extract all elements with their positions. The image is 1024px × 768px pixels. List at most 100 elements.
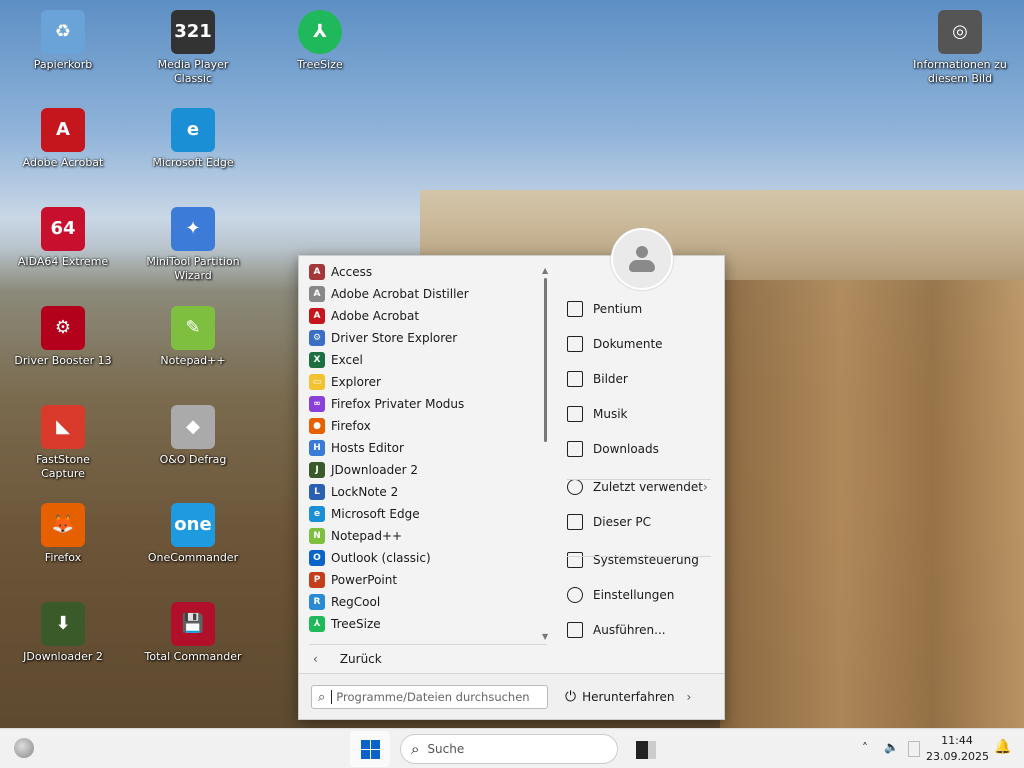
place-ausf-hren-[interactable]: Ausführen... [567, 615, 666, 645]
taskbar-search[interactable]: ⌕ Suche [400, 734, 618, 764]
search-box[interactable]: ⌕ Programme/Dateien durchsuchen [311, 685, 548, 709]
download-icon [567, 441, 583, 457]
list-divider [309, 644, 547, 645]
control-panel-icon [567, 552, 583, 568]
place-bilder[interactable]: Bilder [567, 364, 628, 394]
places-divider [567, 556, 711, 557]
desktop-icon[interactable]: 321 Media Player Classic [143, 10, 243, 86]
app-icon: A [41, 108, 85, 152]
app-list-item[interactable]: ⚙ Driver Store Explorer [309, 327, 457, 349]
app-list-item[interactable]: O Outlook (classic) [309, 547, 431, 569]
back-label: Zurück [339, 652, 382, 666]
desktop-icon-label: Firefox [44, 551, 82, 564]
app-list-item[interactable]: ▭ Explorer [309, 371, 381, 393]
music-icon [567, 406, 583, 422]
desktop-icon[interactable]: 64 AIDA64 Extreme [13, 207, 113, 269]
desktop-icon-label: Microsoft Edge [152, 156, 234, 169]
network-icon[interactable] [908, 741, 920, 757]
app-list-item[interactable]: X Excel [309, 349, 363, 371]
app-list-item[interactable]: ⅄ TreeSize [309, 613, 381, 635]
place-systemsteuerung[interactable]: Systemsteuerung [567, 545, 699, 575]
places-divider [567, 479, 711, 480]
place-label: Dokumente [593, 337, 663, 351]
task-view-icon[interactable] [636, 741, 656, 759]
app-icon: P [309, 572, 325, 588]
app-list-item[interactable]: H Hosts Editor [309, 437, 404, 459]
app-list-item[interactable]: P PowerPoint [309, 569, 397, 591]
desktop-icon[interactable]: one OneCommander [143, 503, 243, 565]
desktop-icon[interactable]: 🦊 Firefox [13, 503, 113, 565]
desktop-icon[interactable]: 💾 Total Commander [143, 602, 243, 664]
app-icon: e [171, 108, 215, 152]
show-hidden-icons-chevron[interactable]: ˄ [862, 741, 868, 755]
app-icon: one [171, 503, 215, 547]
desktop-icon[interactable]: ✦ MiniTool Partition Wizard [143, 207, 243, 283]
start-button[interactable] [350, 731, 390, 767]
clock[interactable]: 11:44 23.09.2025 [926, 733, 989, 765]
app-list-item[interactable]: J JDownloader 2 [309, 459, 418, 481]
desktop-icon[interactable]: ⅄ TreeSize [270, 10, 370, 72]
app-label: Firefox Privater Modus [331, 397, 465, 411]
app-icon: ● [309, 418, 325, 434]
desktop-icon[interactable]: ✎ Notepad++ [143, 306, 243, 368]
app-list-item[interactable]: A Adobe Acrobat Distiller [309, 283, 469, 305]
desktop-icon[interactable]: ⬇ JDownloader 2 [13, 602, 113, 664]
scrollbar-thumb[interactable] [544, 278, 547, 442]
desktop-icon[interactable]: A Adobe Acrobat [13, 108, 113, 170]
desktop-icon[interactable]: ◣ FastStone Capture [13, 405, 113, 481]
place-pentium[interactable]: Pentium [567, 294, 642, 324]
place-zuletzt-verwendet[interactable]: Zuletzt verwendet › [567, 472, 708, 502]
widgets-icon[interactable] [14, 738, 34, 758]
app-icon: ⚙ [309, 330, 325, 346]
app-icon: ✦ [171, 207, 215, 251]
bottom-bar: ⌕ Programme/Dateien durchsuchen ⏻ Herunt… [299, 673, 724, 719]
place-musik[interactable]: Musik [567, 399, 628, 429]
place-dokumente[interactable]: Dokumente [567, 329, 663, 359]
desktop-icon[interactable]: ◎ Informationen zu diesem Bild [910, 10, 1010, 86]
app-list-item[interactable]: R RegCool [309, 591, 380, 613]
app-label: Hosts Editor [331, 441, 404, 455]
app-icon: A [309, 308, 325, 324]
app-list-item[interactable]: L LockNote 2 [309, 481, 398, 503]
app-list-item[interactable]: A Access [309, 261, 372, 283]
desktop-icon[interactable]: ♻ Papierkorb [13, 10, 113, 72]
app-icon: ⬇ [41, 602, 85, 646]
desktop-icon[interactable]: ⚙ Driver Booster 13 [13, 306, 113, 368]
app-list-item[interactable]: A Adobe Acrobat [309, 305, 419, 327]
app-icon: ⚙ [41, 306, 85, 350]
desktop-icon-label: O&O Defrag [159, 453, 227, 466]
chevron-right-icon: › [703, 480, 708, 494]
picture-icon [567, 371, 583, 387]
app-icon: ∞ [309, 396, 325, 412]
place-label: Zuletzt verwendet [593, 480, 703, 494]
scroll-down-arrow[interactable]: ▼ [542, 632, 548, 641]
scroll-up-arrow[interactable]: ▲ [542, 266, 548, 275]
shutdown-button[interactable]: ⏻ Herunterfahren › [565, 686, 691, 708]
chevron-right-icon[interactable]: › [687, 690, 692, 704]
app-icon: e [309, 506, 325, 522]
desktop-icon-label: Papierkorb [33, 58, 93, 71]
app-label: Driver Store Explorer [331, 331, 458, 345]
gear-icon [567, 587, 583, 603]
desktop-icon[interactable]: e Microsoft Edge [143, 108, 243, 170]
app-label: PowerPoint [331, 573, 398, 587]
desktop-icon[interactable]: ◆ O&O Defrag [143, 405, 243, 467]
place-einstellungen[interactable]: Einstellungen [567, 580, 674, 610]
desktop-icon-label: OneCommander [147, 551, 239, 564]
place-downloads[interactable]: Downloads [567, 434, 659, 464]
app-icon: ⅄ [298, 10, 342, 54]
place-dieser-pc[interactable]: Dieser PC [567, 507, 651, 537]
app-list-item[interactable]: N Notepad++ [309, 525, 402, 547]
app-list-item[interactable]: ● Firefox [309, 415, 371, 437]
user-avatar[interactable] [611, 228, 673, 290]
back-button[interactable]: ‹ Zurück [313, 650, 382, 668]
app-list-item[interactable]: ∞ Firefox Privater Modus [309, 393, 464, 415]
place-label: Bilder [593, 372, 628, 386]
desktop-icon-label: Driver Booster 13 [14, 354, 112, 367]
desktop-icon-label: AIDA64 Extreme [17, 255, 109, 268]
app-list-item[interactable]: e Microsoft Edge [309, 503, 420, 525]
volume-icon[interactable]: 🔈 [884, 740, 899, 754]
desktop-icon-label: TreeSize [297, 58, 343, 71]
notification-bell-icon[interactable]: 🔔 [994, 739, 1011, 755]
shutdown-label: Herunterfahren [582, 690, 675, 704]
